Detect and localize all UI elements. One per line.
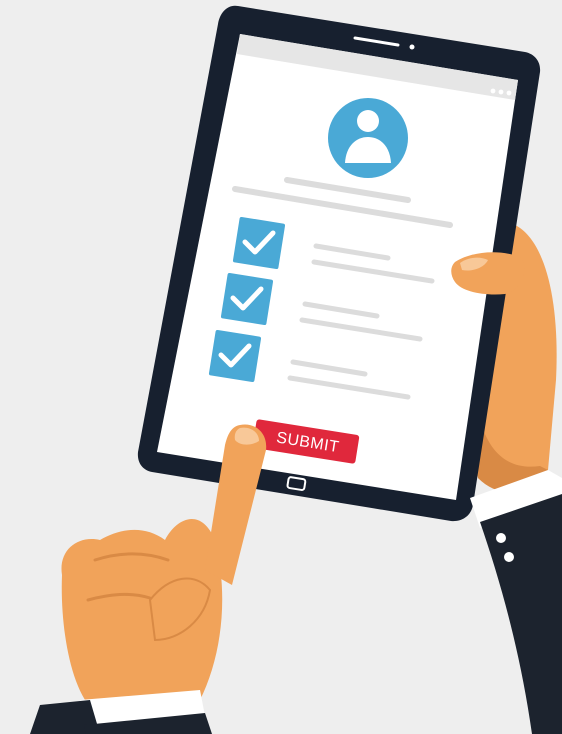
right-sleeve — [470, 470, 562, 734]
tablet-camera — [409, 44, 415, 50]
check-icon[interactable] — [232, 216, 286, 270]
user-icon — [328, 98, 408, 178]
window-dot — [490, 88, 496, 94]
avatar-head — [357, 110, 379, 132]
check-icon[interactable] — [208, 329, 262, 383]
window-dot — [506, 90, 512, 96]
check-icon[interactable] — [220, 272, 274, 326]
sleeve-button — [502, 550, 516, 564]
right-jacket-sleeve — [480, 494, 562, 734]
sleeve-button — [494, 531, 508, 545]
left-sleeve — [30, 690, 212, 734]
window-dot — [498, 89, 504, 95]
illustration: SUBMIT — [30, 5, 562, 734]
